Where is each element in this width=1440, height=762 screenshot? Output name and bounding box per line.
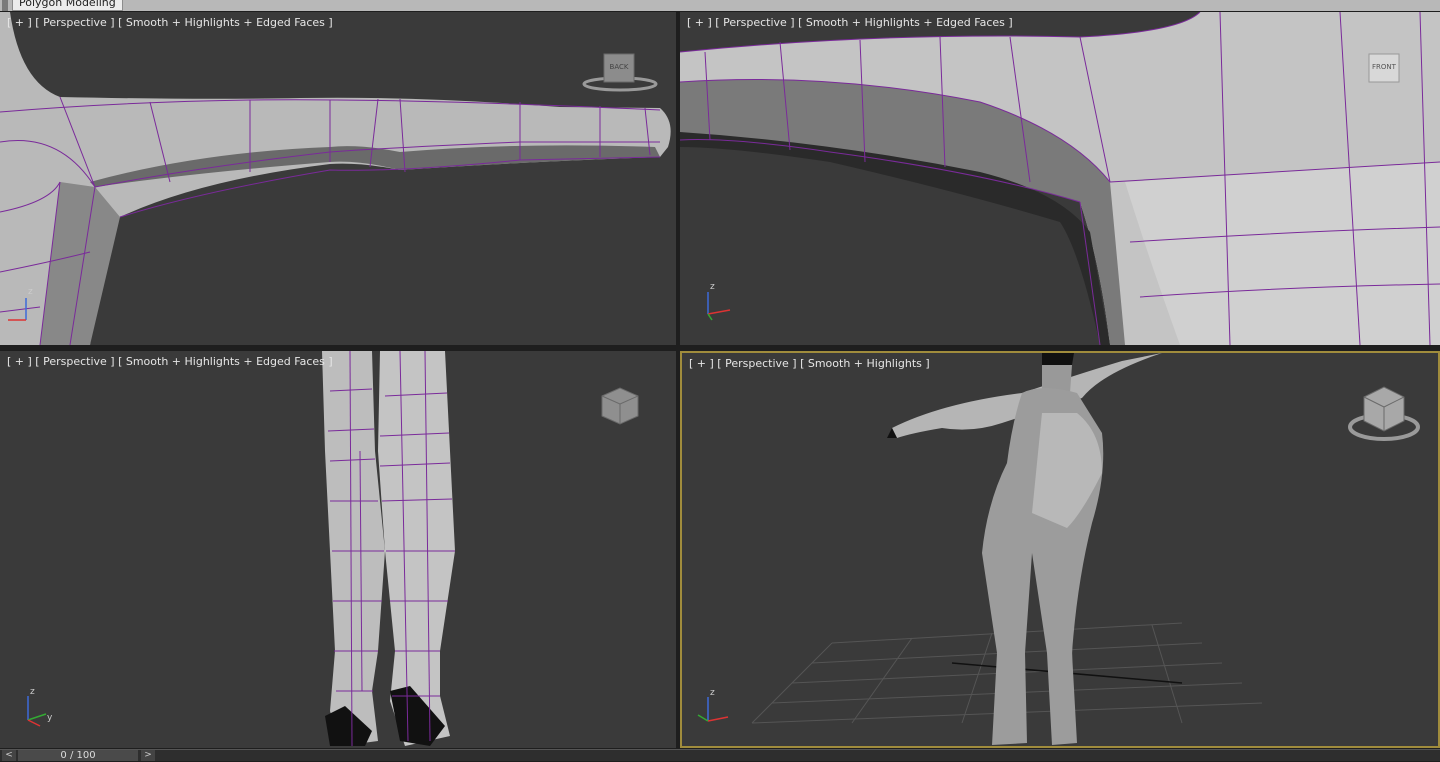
viewport-top-right[interactable]: [ + ] [ Perspective ] [ Smooth + Highlig…: [680, 12, 1440, 345]
viewport-mesh: [322, 351, 455, 747]
prev-frame-button[interactable]: <: [2, 750, 16, 761]
ribbon-tab-polygon-modeling[interactable]: Polygon Modeling: [12, 0, 123, 11]
time-slider[interactable]: 0 / 100: [18, 750, 138, 761]
viewport-bottom-right[interactable]: [ + ] [ Perspective ] [ Smooth + Highlig…: [680, 351, 1440, 748]
viewcube-face-label: FRONT: [1372, 63, 1396, 71]
next-frame-button[interactable]: >: [141, 750, 155, 761]
viewport-label[interactable]: [ + ] [ Perspective ] [ Smooth + Highlig…: [689, 357, 930, 370]
svg-text:z: z: [30, 687, 35, 697]
svg-text:z: z: [710, 688, 715, 698]
viewport-mesh: [751, 353, 1263, 745]
viewport-label[interactable]: [ + ] [ Perspective ] [ Smooth + Highlig…: [7, 16, 333, 29]
ribbon-bar: Polygon Modeling: [0, 0, 1440, 11]
viewport-mesh: [680, 12, 1440, 345]
svg-text:y: y: [47, 713, 53, 723]
viewport-top-left[interactable]: [ + ] [ Perspective ] [ Smooth + Highlig…: [0, 12, 676, 345]
viewcube-face-label: BACK: [609, 63, 629, 71]
time-slider-bar: < 0 / 100 >: [0, 749, 1440, 761]
viewport-label[interactable]: [ + ] [ Perspective ] [ Smooth + Highlig…: [7, 355, 333, 368]
viewport-label[interactable]: [ + ] [ Perspective ] [ Smooth + Highlig…: [687, 16, 1013, 29]
viewport-bottom-left[interactable]: [ + ] [ Perspective ] [ Smooth + Highlig…: [0, 351, 676, 748]
ribbon-grip[interactable]: [2, 0, 8, 11]
svg-text:z: z: [28, 287, 33, 297]
viewport-mesh: [0, 12, 671, 345]
svg-text:z: z: [710, 282, 715, 292]
